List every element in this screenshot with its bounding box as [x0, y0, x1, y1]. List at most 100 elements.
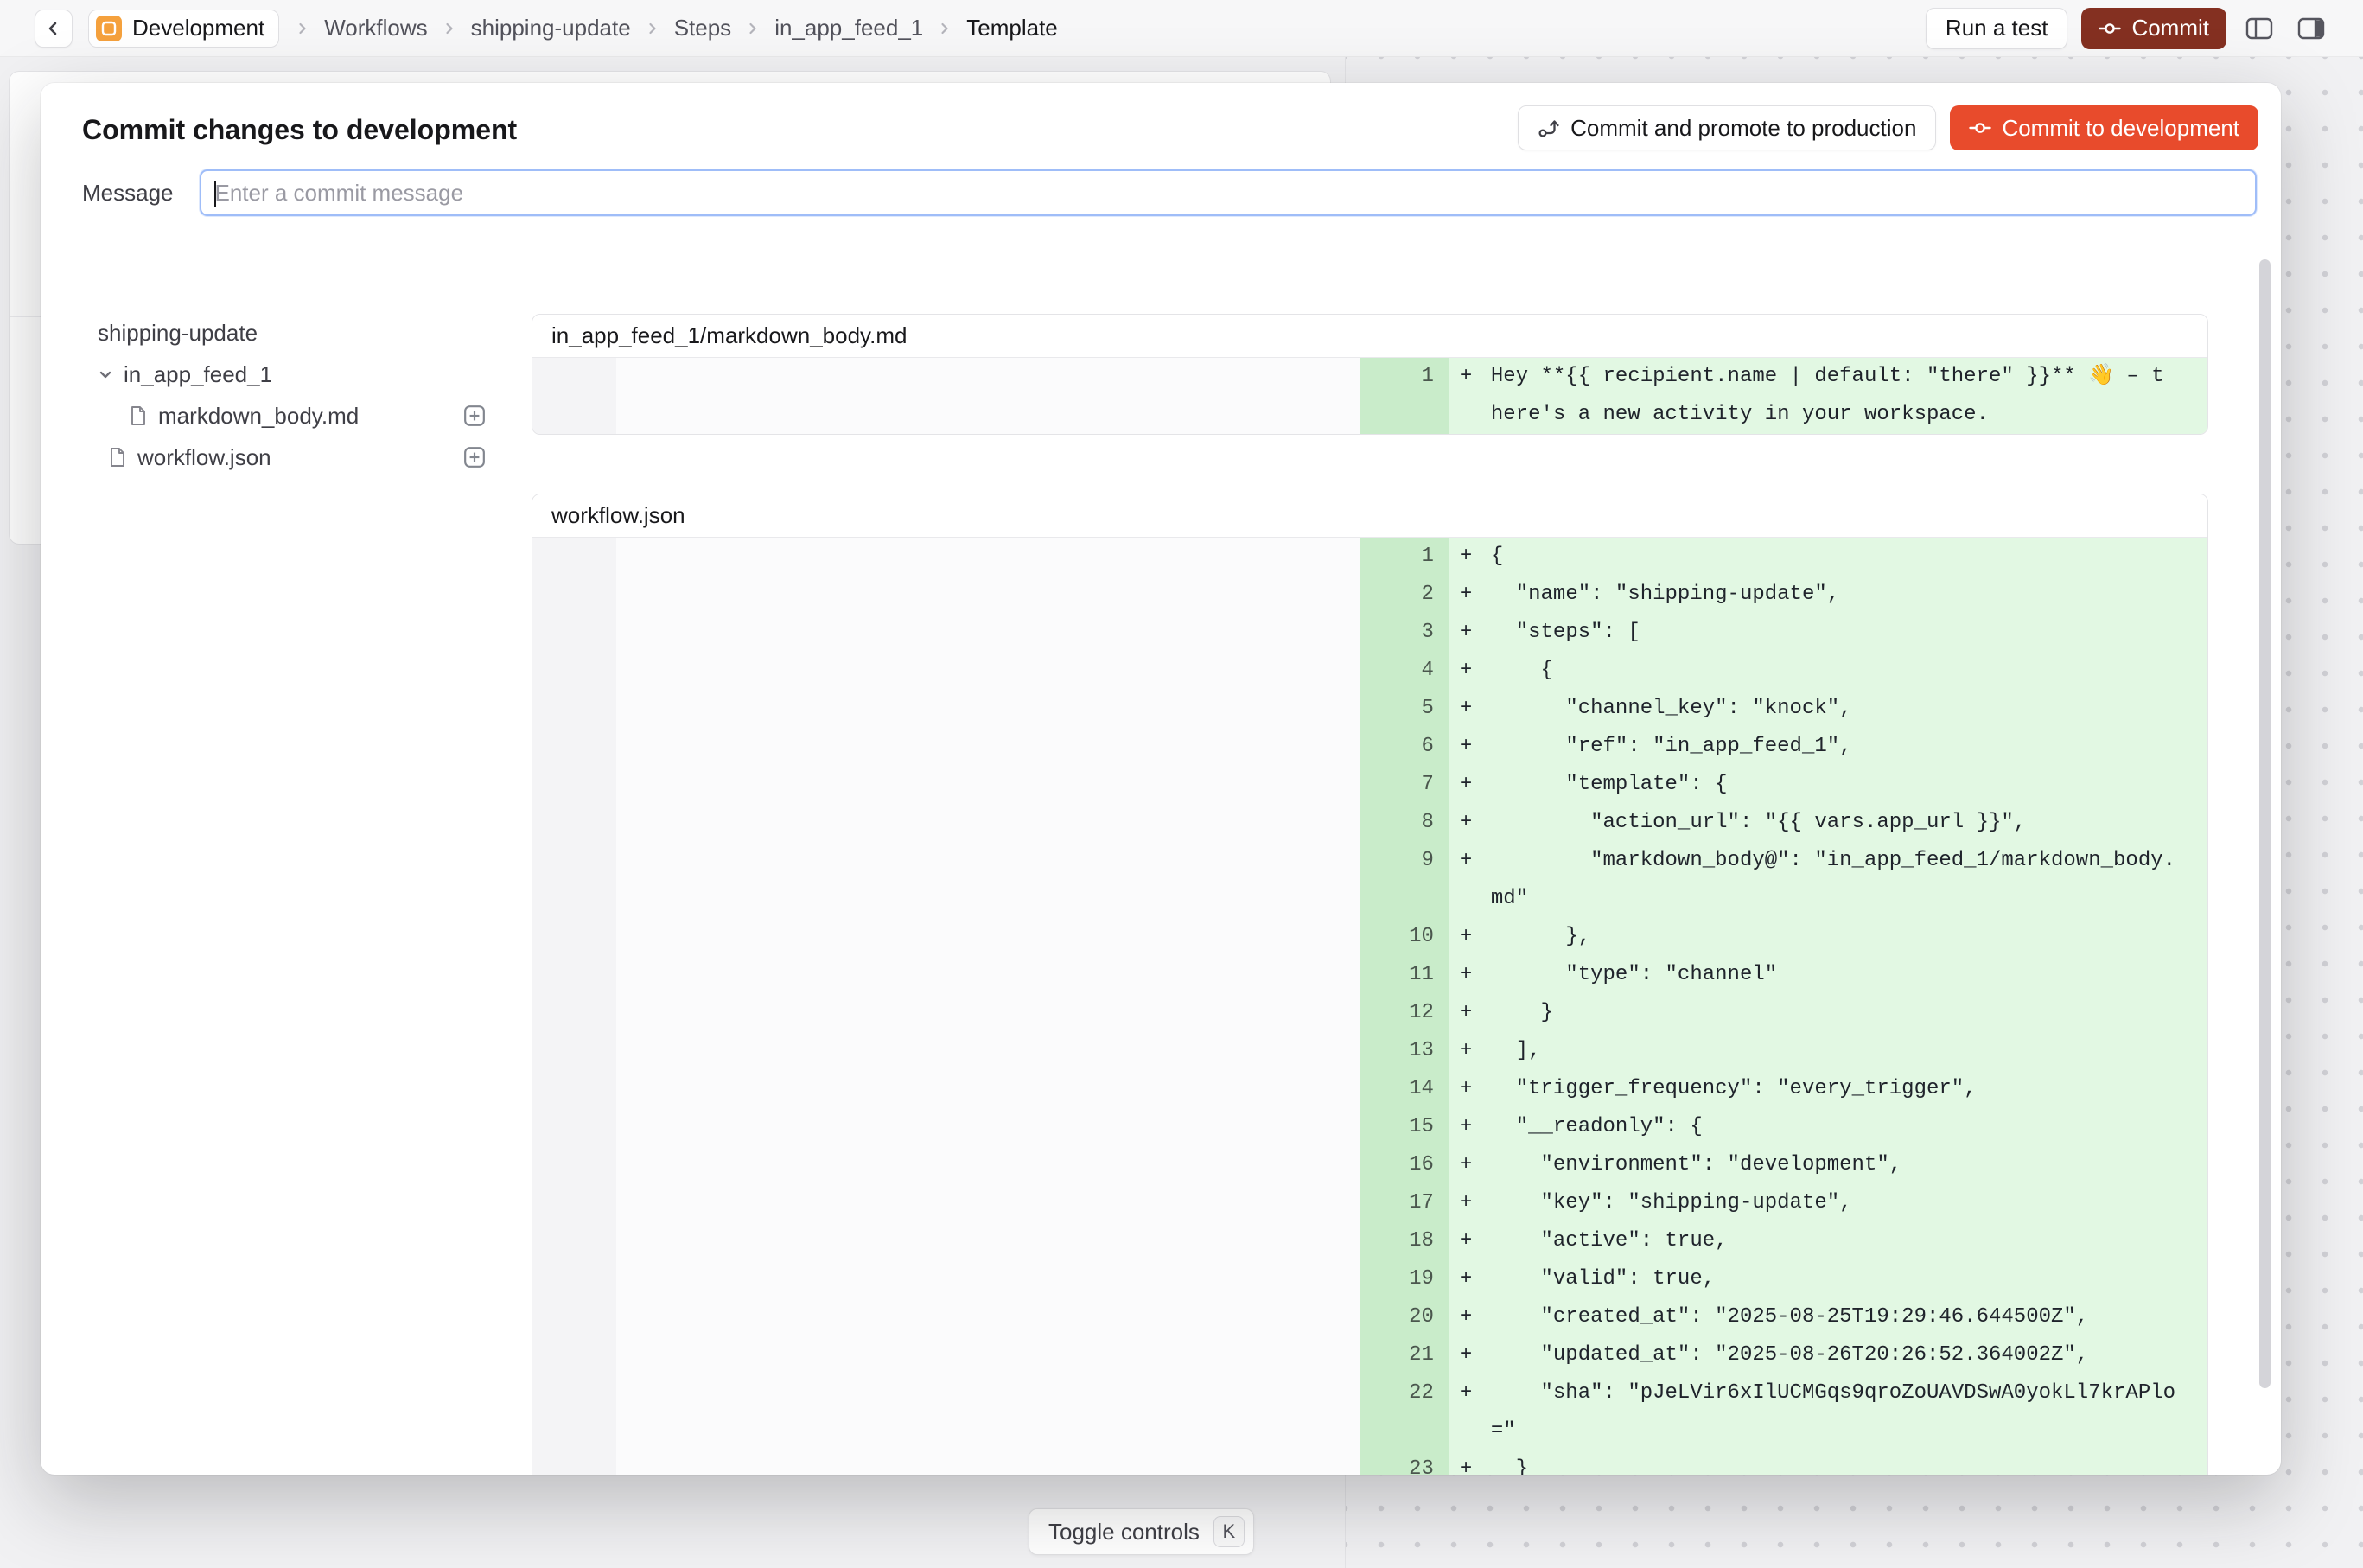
- toggle-right-panel-button[interactable]: [2292, 10, 2330, 48]
- diff-old-code: [616, 728, 1360, 766]
- diff-old-code: [616, 1450, 1360, 1475]
- toggle-controls-button[interactable]: Toggle controls K: [1029, 1508, 1254, 1555]
- diff-line-sign: +: [1460, 1450, 1491, 1475]
- breadcrumb-item-workflow-key[interactable]: shipping-update: [471, 15, 631, 41]
- diff-line-number: 7: [1360, 766, 1449, 804]
- diff-old-code: [616, 1298, 1360, 1336]
- diff-old-gutter: [532, 614, 616, 652]
- commit-to-development-label: Commit to development: [2002, 115, 2239, 142]
- diff-old-code: [616, 918, 1360, 956]
- diff-line-number: 3: [1360, 614, 1449, 652]
- diff-old-gutter: [532, 842, 616, 918]
- breadcrumb-item-workflows[interactable]: Workflows: [324, 15, 427, 41]
- diff-line-number: 18: [1360, 1222, 1449, 1260]
- diff-old-gutter: [532, 1070, 616, 1108]
- diff-old-gutter: [532, 1222, 616, 1260]
- diff-line-sign: +: [1460, 1298, 1491, 1336]
- diff-line-sign: +: [1460, 766, 1491, 804]
- diff-old-gutter: [532, 766, 616, 804]
- diff-line-number: 1: [1360, 538, 1449, 576]
- diff-row: 15 + "__readonly": {: [532, 1108, 2207, 1146]
- message-label: Message: [82, 180, 174, 207]
- diff-panel: in_app_feed_1/markdown_body.md 1 + Hey *…: [500, 239, 2281, 1475]
- environment-switcher[interactable]: Development: [88, 10, 279, 48]
- diff-line-number: 10: [1360, 918, 1449, 956]
- diff-added-icon: [463, 446, 486, 468]
- diff-row: 18 + "active": true,: [532, 1222, 2207, 1260]
- modal-scrollbar-thumb[interactable]: [2259, 259, 2271, 1388]
- diff-old-code: [616, 1336, 1360, 1374]
- diff-line-sign: +: [1460, 956, 1491, 994]
- diff-row: 21 + "updated_at": "2025-08-26T20:26:52.…: [532, 1336, 2207, 1374]
- diff-added-icon: [463, 405, 486, 427]
- diff-line-text: "trigger_frequency": "every_trigger",: [1491, 1070, 2175, 1108]
- diff-line-sign: +: [1460, 1146, 1491, 1184]
- diff-line-sign: +: [1460, 1108, 1491, 1146]
- diff-new-code: + ],: [1449, 1032, 2207, 1070]
- diff-old-gutter: [532, 652, 616, 690]
- diff-old-code: [616, 690, 1360, 728]
- breadcrumb-item-template[interactable]: Template: [966, 15, 1058, 41]
- commit-message-row: Message: [82, 169, 2257, 216]
- diff-row: 20 + "created_at": "2025-08-25T19:29:46.…: [532, 1298, 2207, 1336]
- diff-line-sign: +: [1460, 614, 1491, 652]
- diff-old-gutter: [532, 1450, 616, 1475]
- commit-to-development-button[interactable]: Commit to development: [1950, 105, 2258, 150]
- topbar-actions: Run a test Commit: [1926, 8, 2330, 49]
- diff-row: 8 + "action_url": "{{ vars.app_url }}",: [532, 804, 2207, 842]
- breadcrumb-separator-icon: [645, 21, 660, 36]
- diff-new-code: + "active": true,: [1449, 1222, 2207, 1260]
- diff-old-gutter: [532, 1336, 616, 1374]
- diff-line-text: "created_at": "2025-08-25T19:29:46.64450…: [1491, 1298, 2175, 1336]
- back-button[interactable]: [35, 10, 73, 48]
- breadcrumb-item-steps[interactable]: Steps: [674, 15, 732, 41]
- diff-old-code: [616, 614, 1360, 652]
- tree-item-file[interactable]: workflow.json: [98, 437, 491, 478]
- diff-line-text: Hey **{{ recipient.name | default: "ther…: [1491, 358, 2175, 434]
- diff-new-code: + "channel_key": "knock",: [1449, 690, 2207, 728]
- diff-line-sign: +: [1460, 1032, 1491, 1070]
- diff-old-gutter: [532, 1298, 616, 1336]
- promote-icon: [1538, 117, 1560, 139]
- tree-item-root[interactable]: shipping-update: [98, 312, 491, 354]
- diff-line-text: }: [1491, 994, 2175, 1032]
- breadcrumb: Workflows shipping-update Steps in_app_f…: [295, 15, 1058, 41]
- diff-line-text: "sha": "pJeLVir6xIlUCMGqs9qroZoUAVDSwA0y…: [1491, 1374, 2175, 1450]
- diff-row: 19 + "valid": true,: [532, 1260, 2207, 1298]
- diff-file-header: workflow.json: [532, 494, 2207, 538]
- diff-line-number: 16: [1360, 1146, 1449, 1184]
- breadcrumb-separator-icon: [937, 21, 952, 36]
- diff-old-code: [616, 994, 1360, 1032]
- run-a-test-button[interactable]: Run a test: [1926, 8, 2068, 49]
- diff-line-sign: +: [1460, 1070, 1491, 1108]
- diff-old-gutter: [532, 690, 616, 728]
- diff-line-number: 21: [1360, 1336, 1449, 1374]
- diff-old-gutter: [532, 538, 616, 576]
- diff-old-code: [616, 576, 1360, 614]
- diff-old-code: [616, 1184, 1360, 1222]
- toggle-left-panel-button[interactable]: [2240, 10, 2278, 48]
- diff-new-code: + "ref": "in_app_feed_1",: [1449, 728, 2207, 766]
- diff-new-code: + "key": "shipping-update",: [1449, 1184, 2207, 1222]
- diff-row: 5 + "channel_key": "knock",: [532, 690, 2207, 728]
- run-a-test-label: Run a test: [1946, 15, 2048, 41]
- breadcrumb-item-step[interactable]: in_app_feed_1: [774, 15, 923, 41]
- diff-line-number: 6: [1360, 728, 1449, 766]
- tree-root-label: shipping-update: [98, 320, 258, 347]
- diff-old-code: [616, 1070, 1360, 1108]
- tree-item-file[interactable]: markdown_body.md: [98, 395, 491, 437]
- tree-item-folder[interactable]: in_app_feed_1: [98, 354, 491, 395]
- diff-line-sign: +: [1460, 918, 1491, 956]
- diff-line-sign: +: [1460, 576, 1491, 614]
- diff-row: 6 + "ref": "in_app_feed_1",: [532, 728, 2207, 766]
- breadcrumb-separator-icon: [442, 21, 457, 36]
- diff-old-code: [616, 956, 1360, 994]
- diff-line-number: 2: [1360, 576, 1449, 614]
- diff-old-gutter: [532, 1108, 616, 1146]
- commit-button[interactable]: Commit: [2081, 8, 2226, 49]
- commit-and-promote-button[interactable]: Commit and promote to production: [1518, 105, 1936, 150]
- diff-line-number: 15: [1360, 1108, 1449, 1146]
- diff-line-text: "__readonly": {: [1491, 1108, 2175, 1146]
- diff-line-number: 22: [1360, 1374, 1449, 1450]
- commit-message-input[interactable]: [201, 171, 2256, 214]
